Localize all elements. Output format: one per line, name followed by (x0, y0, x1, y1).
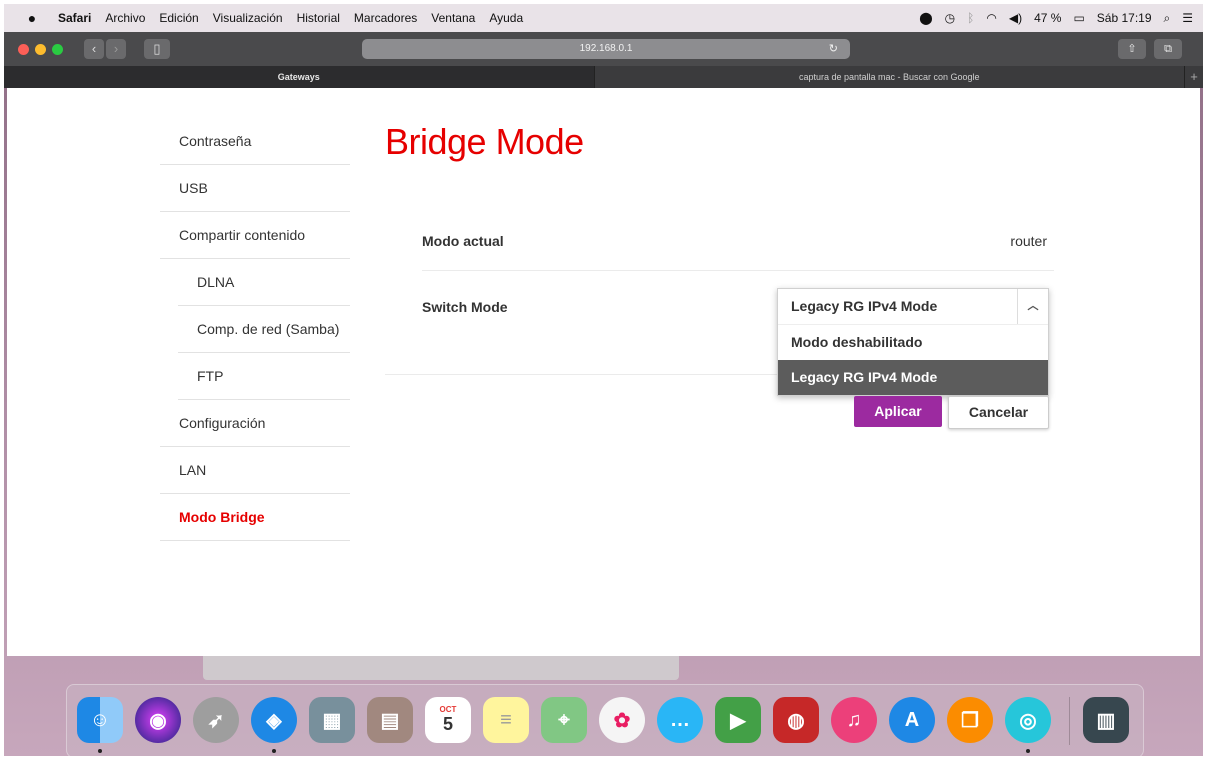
ibooks-icon[interactable]: ❐ (947, 697, 993, 743)
cancel-button[interactable]: Cancelar (948, 396, 1049, 429)
switch-mode-select[interactable]: Legacy RG IPv4 Mode ︿ Modo deshabilitado… (777, 288, 1049, 396)
apply-button[interactable]: Aplicar (854, 396, 942, 427)
address-bar[interactable]: 192.168.0.1 ↻ (362, 39, 850, 59)
itunes-icon[interactable]: ♫ (831, 697, 877, 743)
menu-visualizacion[interactable]: Visualización (213, 11, 283, 25)
bluetooth-icon[interactable]: ᛒ (967, 11, 974, 25)
sidebar-item-modo-bridge[interactable]: Modo Bridge (160, 494, 350, 541)
volume-icon[interactable]: ◀) (1009, 11, 1022, 25)
share-button[interactable]: ⇧ (1118, 39, 1146, 59)
screen: ● Safari Archivo Edición Visualización H… (4, 4, 1203, 756)
select-selected-text: Legacy RG IPv4 Mode (791, 298, 938, 314)
location-icon[interactable]: ⬤ (919, 11, 932, 25)
sidebar-item-ftp[interactable]: FTP (178, 353, 350, 400)
siri-icon[interactable]: ◉ (135, 697, 181, 743)
sidebar-item-dlna[interactable]: DLNA (178, 259, 350, 306)
menu-historial[interactable]: Historial (297, 11, 340, 25)
sidebar-item-samba[interactable]: Comp. de red (Samba) (178, 306, 350, 353)
zoom-window-button[interactable] (52, 44, 63, 55)
menu-safari[interactable]: Safari (58, 11, 91, 25)
divider (422, 270, 1054, 271)
status-area: ⬤ ◷ ᛒ ◠ ◀) 47 % ▭ Sáb 17:19 ⌕ ☰ (919, 4, 1193, 32)
forward-button[interactable]: › (106, 39, 126, 59)
option-modo-deshabilitado[interactable]: Modo deshabilitado (778, 325, 1048, 360)
web-page: Contraseña USB Compartir contenido DLNA … (7, 88, 1200, 656)
photo-booth-icon[interactable]: ◍ (773, 697, 819, 743)
safari-toolbar: ‹ › ▯ 192.168.0.1 ↻ ⇧ ⧉ (4, 32, 1203, 66)
contacts-icon[interactable]: ▤ (367, 697, 413, 743)
close-window-button[interactable] (18, 44, 29, 55)
running-indicator (98, 749, 102, 753)
notification-center-icon[interactable]: ☰ (1182, 11, 1193, 25)
battery-icon[interactable]: ▭ (1073, 11, 1084, 25)
minimize-window-button[interactable] (35, 44, 46, 55)
clock[interactable]: Sáb 17:19 (1097, 11, 1152, 25)
settings-sidebar: Contraseña USB Compartir contenido DLNA … (160, 118, 350, 541)
running-indicator (1026, 749, 1030, 753)
switch-mode-label: Switch Mode (422, 299, 508, 315)
network-utility-icon[interactable]: ◎ (1005, 697, 1051, 743)
option-legacy-rg-ipv4[interactable]: Legacy RG IPv4 Mode (778, 360, 1048, 395)
select-current-value[interactable]: Legacy RG IPv4 Mode ︿ (778, 289, 1048, 325)
preview-icon[interactable]: ▦ (309, 697, 355, 743)
new-tab-button[interactable]: + (1184, 66, 1203, 88)
sidebar-item-configuracion[interactable]: Configuración (160, 400, 350, 447)
sidebar-toggle-button[interactable]: ▯ (144, 39, 170, 59)
tab-google-search[interactable]: captura de pantalla mac - Buscar con Goo… (593, 66, 1185, 88)
url-text: 192.168.0.1 (579, 43, 633, 54)
divider (385, 374, 785, 375)
menu-edicion[interactable]: Edición (159, 11, 198, 25)
wifi-icon[interactable]: ◠ (986, 11, 996, 25)
calendar-month: OCT (439, 705, 457, 714)
window-controls (18, 44, 63, 55)
notes-icon[interactable]: ≡ (483, 697, 529, 743)
tabs-overview-button[interactable]: ⧉ (1154, 39, 1182, 59)
menu-bar: ● Safari Archivo Edición Visualización H… (4, 4, 1203, 32)
sidebar-item-contrasena[interactable]: Contraseña (160, 118, 350, 165)
sidebar-item-usb[interactable]: USB (160, 165, 350, 212)
current-mode-label: Modo actual (422, 233, 504, 249)
messages-icon[interactable]: … (657, 697, 703, 743)
calendar-icon[interactable]: OCT 5 (425, 697, 471, 743)
running-indicator (272, 749, 276, 753)
apple-icon[interactable]: ● (22, 10, 42, 26)
trash-icon[interactable]: ▥ (1083, 697, 1129, 743)
dock: ☺ ◉ ➶ ◈ ▦ ▤ OCT 5 ≡ ⌖ ✿ … ▶ ◍ ♫ A ❐ ◎ ▥ (66, 684, 1144, 756)
chevron-up-icon[interactable]: ︿ (1017, 289, 1048, 324)
dock-separator (1069, 697, 1070, 745)
menu-archivo[interactable]: Archivo (105, 11, 145, 25)
finder-icon[interactable]: ☺ (77, 697, 123, 743)
maps-icon[interactable]: ⌖ (541, 697, 587, 743)
tab-bar: Gateways captura de pantalla mac - Busca… (4, 66, 1203, 88)
menu-ayuda[interactable]: Ayuda (489, 11, 523, 25)
safari-icon[interactable]: ◈ (251, 697, 297, 743)
calendar-day: 5 (442, 714, 453, 734)
time-machine-icon[interactable]: ◷ (945, 11, 955, 25)
menu-marcadores[interactable]: Marcadores (354, 11, 417, 25)
reload-icon[interactable]: ↻ (829, 39, 838, 59)
sidebar-item-compartir-contenido[interactable]: Compartir contenido (160, 212, 350, 259)
tab-gateways[interactable]: Gateways (4, 66, 594, 88)
facetime-icon[interactable]: ▶ (715, 697, 761, 743)
current-mode-value: router (1010, 233, 1047, 249)
spotlight-icon[interactable]: ⌕ (1164, 11, 1171, 26)
sidebar-item-lan[interactable]: LAN (160, 447, 350, 494)
background-window (203, 656, 679, 680)
menu-ventana[interactable]: Ventana (431, 11, 475, 25)
back-button[interactable]: ‹ (84, 39, 104, 59)
launchpad-icon[interactable]: ➶ (193, 697, 239, 743)
page-title: Bridge Mode (385, 121, 584, 162)
battery-percent[interactable]: 47 % (1034, 11, 1061, 25)
app-store-icon[interactable]: A (889, 697, 935, 743)
photos-icon[interactable]: ✿ (599, 697, 645, 743)
